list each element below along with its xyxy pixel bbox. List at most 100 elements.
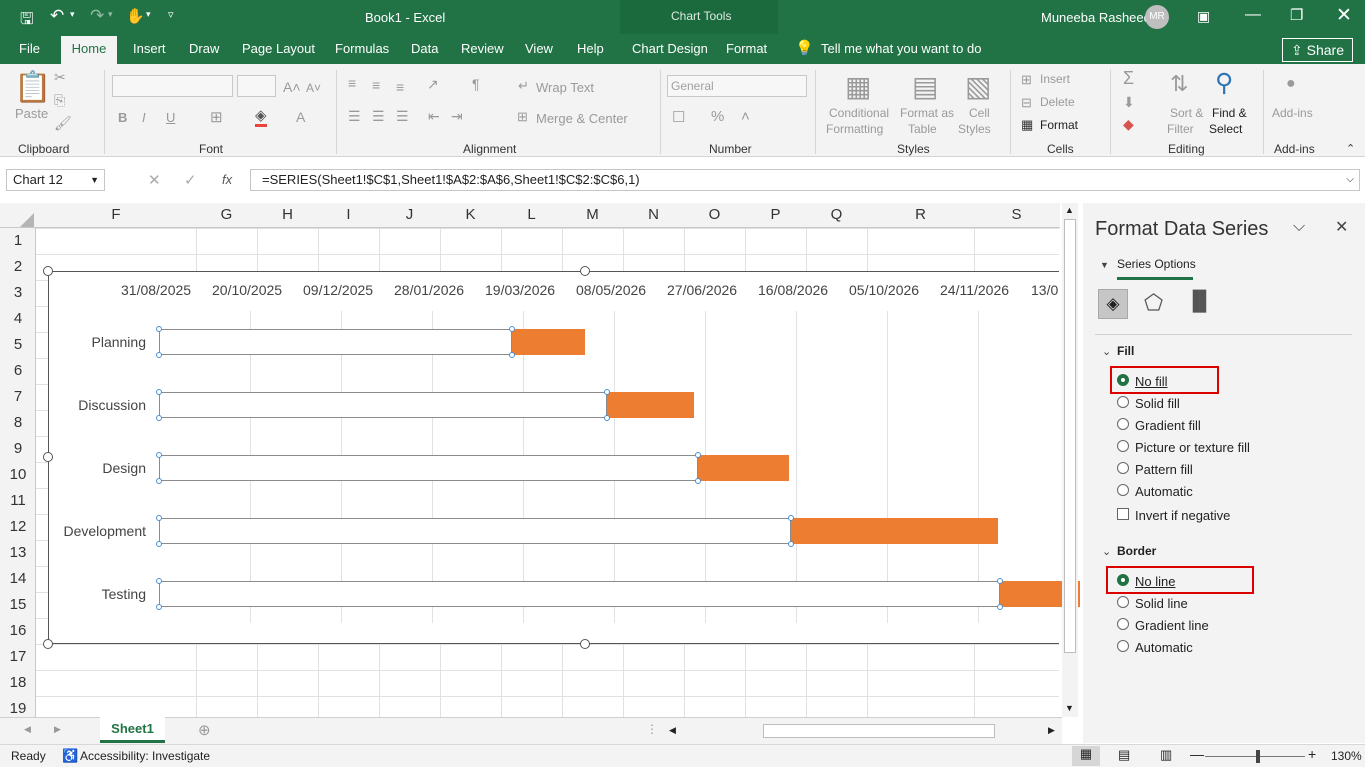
wrap-text-button[interactable]: Wrap Text [536, 80, 594, 95]
row-header[interactable]: 14 [0, 570, 36, 587]
row-header[interactable]: 12 [0, 518, 36, 535]
option-solid-line[interactable]: Solid line [1135, 596, 1188, 611]
merge-center-icon[interactable]: ⊞ [517, 109, 528, 125]
collapse-ribbon-icon[interactable]: ⌃ [1346, 142, 1355, 155]
format-as-table-icon[interactable]: ▤ [912, 70, 938, 103]
delete-cells-icon[interactable]: ⊟ [1021, 95, 1032, 111]
cell-styles-line2[interactable]: Styles [958, 122, 991, 136]
cell-styles-icon[interactable]: ▧ [965, 70, 991, 103]
start-bar[interactable] [159, 455, 698, 481]
tab-chart-design[interactable]: Chart Design [632, 41, 708, 56]
radio-pattern-fill[interactable] [1117, 462, 1129, 474]
select-all-corner[interactable] [20, 213, 34, 227]
row-header[interactable]: 11 [0, 492, 36, 509]
rtl-icon[interactable]: ¶ [472, 76, 480, 92]
insert-function-icon[interactable]: fx [222, 172, 232, 187]
chart-resize-handle[interactable] [580, 266, 590, 276]
format-as-table-line1[interactable]: Format as [900, 106, 954, 120]
tab-insert[interactable]: Insert [133, 41, 166, 56]
row-header[interactable]: 16 [0, 622, 36, 639]
conditional-formatting-icon[interactable]: ▦ [845, 70, 871, 103]
selection-handle[interactable] [156, 578, 162, 584]
prev-sheet-icon[interactable]: ◀ [24, 724, 31, 735]
align-left-icon[interactable]: ☰ [348, 108, 361, 125]
tab-review[interactable]: Review [461, 41, 504, 56]
merge-center-button[interactable]: Merge & Center [536, 111, 628, 126]
scroll-right-icon[interactable]: ▶ [1048, 725, 1055, 736]
cut-icon[interactable]: ✂ [54, 69, 66, 86]
fill-color-icon[interactable]: ◈ [255, 106, 267, 127]
align-middle-icon[interactable]: ≡ [372, 77, 380, 93]
tab-view[interactable]: View [525, 41, 553, 56]
copy-icon[interactable]: ⎘ [54, 92, 65, 109]
accounting-icon[interactable]: ☐ [672, 108, 685, 126]
scroll-thumb[interactable] [1064, 219, 1076, 653]
border-section-header[interactable]: Border [1117, 544, 1156, 558]
insert-cells-icon[interactable]: ⊞ [1021, 72, 1032, 88]
column-header[interactable]: H [257, 206, 318, 223]
tab-file[interactable]: File [19, 41, 40, 56]
radio-gradient-fill[interactable] [1117, 418, 1129, 430]
undo-dropdown-icon[interactable]: ▾ [70, 9, 75, 20]
selection-handle[interactable] [603, 389, 610, 395]
column-header[interactable]: J [379, 206, 440, 223]
addins-icon[interactable]: ● [1286, 75, 1296, 93]
undo-icon[interactable]: ↶ [50, 6, 64, 26]
shrink-font-icon[interactable]: A˅ [306, 81, 321, 95]
zoom-slider-thumb[interactable] [1256, 750, 1260, 763]
column-header[interactable]: M [562, 206, 623, 223]
radio-picture-fill[interactable] [1117, 440, 1129, 452]
delete-cells-button[interactable]: Delete [1040, 95, 1075, 109]
selection-handle[interactable] [603, 415, 610, 421]
start-bar[interactable] [159, 581, 1000, 607]
row-header[interactable]: 8 [0, 414, 36, 431]
radio-automatic-line[interactable] [1117, 640, 1129, 652]
fill-section-header[interactable]: Fill [1117, 344, 1134, 358]
scroll-up-icon[interactable]: ▲ [1065, 205, 1074, 215]
conditional-formatting-line1[interactable]: Conditional [829, 106, 889, 120]
font-name-dropdown[interactable] [112, 75, 233, 97]
accessibility-icon[interactable]: ♿ [62, 748, 78, 764]
sort-filter-line1[interactable]: Sort & [1170, 106, 1203, 120]
row-header[interactable]: 2 [0, 258, 36, 275]
border-collapse-icon[interactable]: ⌄ [1102, 545, 1111, 558]
expand-formula-icon[interactable]: ⌵ [1346, 170, 1354, 190]
selection-handle[interactable] [694, 452, 701, 458]
column-header[interactable]: R [867, 206, 974, 223]
align-center-icon[interactable]: ☰ [372, 108, 385, 125]
sort-filter-line2[interactable]: Filter [1167, 122, 1194, 136]
paste-icon[interactable]: 📋 [14, 70, 51, 105]
series-options-bars-icon[interactable]: ▐▌ [1186, 291, 1213, 313]
radio-gradient-line[interactable] [1117, 618, 1129, 630]
bold-icon[interactable]: B [118, 110, 127, 125]
row-header[interactable]: 18 [0, 674, 36, 691]
selection-handle[interactable] [787, 515, 794, 521]
selection-handle[interactable] [694, 478, 701, 484]
formula-input[interactable]: =SERIES(Sheet1!$C$1,Sheet1!$A$2:$A$6,She… [250, 169, 1360, 191]
fill-collapse-icon[interactable]: ⌄ [1102, 345, 1111, 358]
clear-icon[interactable]: ◆ [1123, 116, 1134, 133]
next-sheet-icon[interactable]: ▶ [54, 724, 61, 735]
option-solid-fill[interactable]: Solid fill [1135, 396, 1180, 411]
touch-mode-icon[interactable]: ✋ [126, 7, 145, 25]
selection-handle[interactable] [156, 389, 162, 395]
insert-cells-button[interactable]: Insert [1040, 72, 1070, 86]
column-header[interactable]: I [318, 206, 379, 223]
option-picture-fill[interactable]: Picture or texture fill [1135, 440, 1250, 455]
scroll-left-icon[interactable]: ◀ [669, 725, 676, 736]
cell-styles-line1[interactable]: Cell [969, 106, 990, 120]
name-box[interactable]: Chart 12 ▼ [6, 169, 105, 191]
column-header[interactable]: K [440, 206, 501, 223]
normal-view-icon[interactable]: ▦ [1072, 746, 1100, 766]
radio-solid-fill[interactable] [1117, 396, 1129, 408]
chart-resize-handle[interactable] [43, 266, 53, 276]
avatar[interactable]: MR [1145, 5, 1169, 29]
option-gradient-fill[interactable]: Gradient fill [1135, 418, 1201, 433]
row-header[interactable]: 4 [0, 310, 36, 327]
invert-negative-label[interactable]: Invert if negative [1135, 508, 1230, 523]
borders-icon[interactable]: ⊞ [210, 108, 223, 126]
fill-icon[interactable]: ⬇ [1123, 94, 1135, 111]
touch-dropdown-icon[interactable]: ▾ [146, 9, 151, 20]
selection-handle[interactable] [787, 541, 794, 547]
selection-handle[interactable] [996, 604, 1003, 610]
